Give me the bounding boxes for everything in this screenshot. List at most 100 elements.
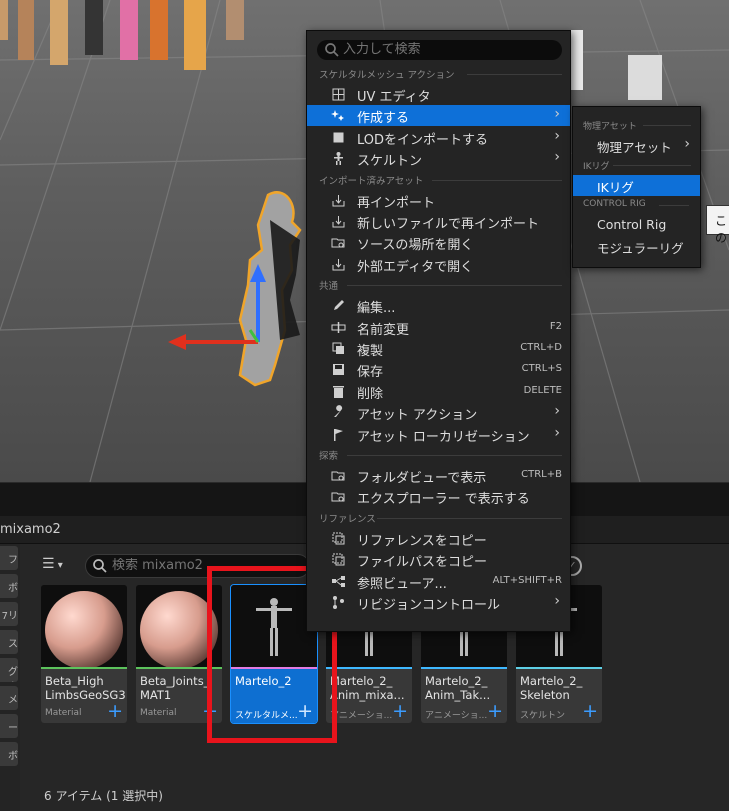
asset-tile[interactable]: Martelo_2 スケルタルメ... + bbox=[231, 585, 317, 723]
menu-item-reimport[interactable]: 再インポート bbox=[307, 190, 570, 211]
chevron-right-icon: › bbox=[554, 593, 560, 609]
menu-item-label: 参照ビューア... bbox=[357, 576, 447, 592]
menu-item-label: エクスプローラー で表示する bbox=[357, 492, 530, 508]
sources-tab[interactable]: フェ bbox=[0, 546, 18, 570]
menu-item-label: リビジョンコントロール bbox=[357, 598, 501, 613]
asset-name: Beta_High LimbsGeoSG3 bbox=[45, 674, 126, 702]
sources-tab[interactable]: ボッ bbox=[0, 742, 18, 766]
uv-grid-icon bbox=[332, 88, 345, 101]
sources-tab[interactable]: 7リ bbox=[0, 602, 18, 626]
menu-item-rename[interactable]: 名前変更 F2 bbox=[307, 317, 570, 338]
reimport-new-icon bbox=[332, 216, 345, 228]
sources-panel-collapsed: フェボッ7リステグタメーフボッ bbox=[0, 544, 20, 811]
asset-name: Martelo_2 bbox=[235, 674, 292, 688]
reimport-icon bbox=[332, 194, 345, 207]
asset-info: Martelo_2_ Skeleton スケルトン + bbox=[516, 669, 602, 723]
tooltip: この bbox=[706, 205, 729, 245]
add-plus-icon[interactable]: + bbox=[202, 701, 218, 721]
menu-item-label: フォルダビューで表示 bbox=[357, 471, 487, 486]
menu-item-label: アセット ローカリゼーション bbox=[357, 429, 530, 445]
sources-tab[interactable]: ボッ bbox=[0, 574, 18, 598]
search-icon bbox=[325, 43, 339, 57]
menu-item-wrench[interactable]: アセット アクション › bbox=[307, 402, 570, 423]
menu-item-revision-control[interactable]: リビジョンコントロール › bbox=[307, 592, 570, 613]
asset-context-menu: スケルタルメッシュ アクションUV エディタ作成する›LODをインポートする›ス… bbox=[306, 30, 571, 632]
revision-control-icon bbox=[333, 596, 344, 609]
material-sphere-preview bbox=[45, 591, 123, 669]
menu-item-label: アセット アクション bbox=[357, 408, 478, 424]
add-plus-icon[interactable]: + bbox=[107, 701, 123, 721]
menu-search-input[interactable] bbox=[343, 42, 543, 57]
add-plus-icon[interactable]: + bbox=[487, 701, 503, 721]
asset-type: Material bbox=[45, 708, 82, 718]
trash-icon bbox=[333, 385, 344, 398]
sources-tab[interactable]: グタ bbox=[0, 658, 18, 682]
asset-type: スケルタルメ... bbox=[235, 711, 298, 721]
menu-item-external-editor[interactable]: 外部エディタで開く bbox=[307, 254, 570, 275]
submenu-item[interactable]: Control Rig bbox=[573, 215, 700, 236]
menu-item-copy-path[interactable]: ファイルパスをコピー bbox=[307, 549, 570, 570]
wrench-icon bbox=[334, 405, 343, 418]
sources-tab[interactable]: ーフ bbox=[0, 714, 18, 738]
menu-section-divider bbox=[347, 285, 562, 287]
menu-item-lod-box[interactable]: LODをインポートする › bbox=[307, 127, 570, 148]
submenu-item[interactable]: 物理アセット › bbox=[573, 135, 700, 156]
material-sphere-preview bbox=[140, 591, 218, 669]
asset-type: アニメーショ... bbox=[425, 711, 488, 721]
chevron-right-icon: › bbox=[554, 149, 560, 166]
menu-item-label: UV エディタ bbox=[357, 90, 431, 105]
asset-tile[interactable]: Beta_Joints_ MAT1 Material + bbox=[136, 585, 222, 723]
chevron-right-icon: › bbox=[554, 127, 560, 144]
menu-item-pencil[interactable]: 編集... bbox=[307, 295, 570, 316]
menu-section-title: スケルタルメッシュ アクション bbox=[319, 70, 455, 81]
submenu-item[interactable]: モジュラーリグ bbox=[573, 236, 700, 257]
menu-item-sparkle-create[interactable]: 作成する › bbox=[307, 105, 570, 127]
add-plus-icon[interactable]: + bbox=[297, 701, 313, 721]
asset-search-box[interactable] bbox=[85, 554, 310, 578]
sources-tab[interactable]: メ bbox=[0, 686, 18, 710]
add-plus-icon[interactable]: + bbox=[392, 701, 408, 721]
chevron-right-icon: › bbox=[554, 424, 560, 441]
menu-item-shortcut: F2 bbox=[549, 320, 562, 332]
menu-item-flag[interactable]: アセット ローカリゼーション › bbox=[307, 424, 570, 445]
menu-item-folder-open[interactable]: ソースの場所を開く bbox=[307, 232, 570, 253]
menu-item-explorer[interactable]: エクスプローラー で表示する bbox=[307, 486, 570, 507]
menu-item-save[interactable]: 保存 CTRL+S bbox=[307, 359, 570, 380]
search-icon bbox=[93, 559, 107, 573]
sparkle-create-icon bbox=[331, 110, 344, 122]
chevron-right-icon: › bbox=[554, 106, 560, 123]
menu-item-folder-search[interactable]: フォルダビューで表示 CTRL+B bbox=[307, 465, 570, 486]
menu-item-reference-viewer[interactable]: 参照ビューア... ALT+SHIFT+R bbox=[307, 571, 570, 592]
asset-thumbnail bbox=[136, 585, 222, 669]
menu-item-label: 編集... bbox=[357, 301, 396, 317]
submenu-section-divider bbox=[613, 165, 691, 166]
external-editor-icon bbox=[332, 258, 345, 271]
duplicate-icon bbox=[332, 342, 344, 354]
copy-path-icon bbox=[332, 553, 345, 566]
pencil-icon bbox=[334, 300, 344, 311]
sources-tab[interactable]: ステ bbox=[0, 630, 18, 654]
chevron-down-icon: ▾ bbox=[54, 560, 63, 571]
asset-thumbnail bbox=[231, 585, 317, 667]
asset-name: Beta_Joints_ MAT1 bbox=[140, 674, 210, 702]
menu-item-reimport-new[interactable]: 新しいファイルで再インポート bbox=[307, 211, 570, 232]
submenu-item[interactable]: IKリグ bbox=[573, 175, 700, 196]
menu-item-shortcut: DELETE bbox=[523, 384, 562, 396]
filter-button[interactable]: ☰ ▾ bbox=[42, 556, 78, 576]
breadcrumb[interactable]: mixamo2 bbox=[0, 522, 61, 537]
menu-item-skeleton[interactable]: スケルトン › bbox=[307, 148, 570, 169]
asset-search-input[interactable] bbox=[112, 558, 302, 573]
asset-tile[interactable]: Beta_High LimbsGeoSG3 Material + bbox=[41, 585, 127, 723]
chevron-right-icon: › bbox=[684, 136, 690, 152]
asset-type: スケルトン bbox=[520, 711, 566, 721]
menu-item-trash[interactable]: 削除 DELETE bbox=[307, 381, 570, 402]
menu-item-label: LODをインポートする bbox=[357, 132, 489, 148]
add-plus-icon[interactable]: + bbox=[582, 701, 598, 721]
menu-item-label: 削除 bbox=[357, 386, 384, 402]
menu-item-uv-grid[interactable]: UV エディタ bbox=[307, 84, 570, 105]
menu-item-copy-reference[interactable]: リファレンスをコピー bbox=[307, 528, 570, 549]
menu-item-duplicate[interactable]: 複製 CTRL+D bbox=[307, 338, 570, 359]
menu-section-divider bbox=[432, 179, 562, 181]
menu-search-box[interactable] bbox=[317, 40, 562, 60]
menu-section-divider bbox=[467, 74, 562, 75]
